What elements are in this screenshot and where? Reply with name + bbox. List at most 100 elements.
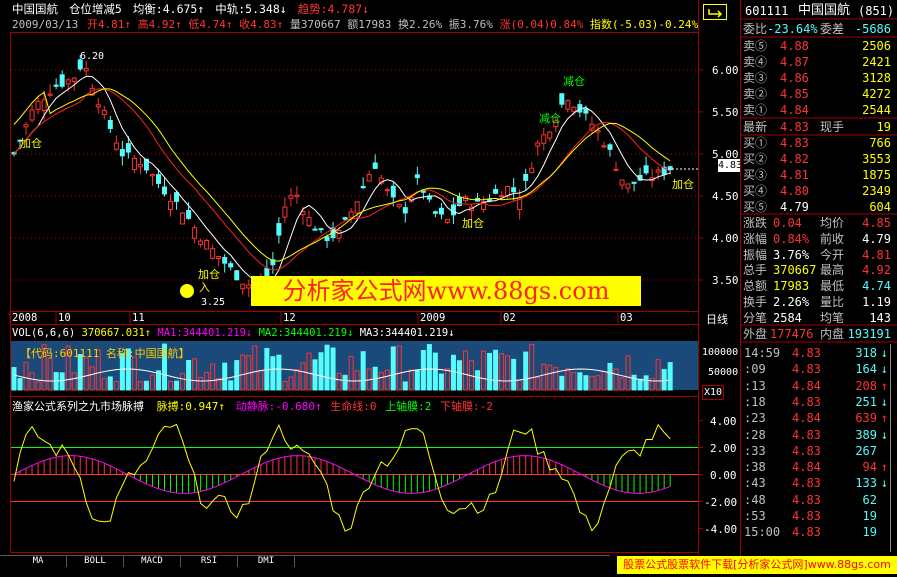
tick-time: 14:59	[744, 346, 781, 360]
outer-label: 外盘	[743, 327, 768, 341]
buy-price: 4.79	[780, 200, 809, 214]
stat-value: 4.85	[862, 216, 891, 230]
stat-label: 量比	[820, 295, 845, 309]
vol-ma2: MA2:344401.219↓	[258, 327, 354, 339]
tab-boll[interactable]: BOLL	[67, 556, 124, 567]
candle-body	[71, 77, 77, 83]
candle-body	[511, 187, 517, 193]
stat-label: 最低	[820, 279, 845, 294]
stat-value: 143	[869, 310, 891, 325]
volume-bar	[420, 350, 426, 391]
stat-label: 振幅	[743, 247, 768, 262]
candle-body	[282, 206, 288, 218]
bar-change: 涨(0.04)0.84%	[499, 18, 584, 31]
return-icon[interactable]	[703, 4, 727, 20]
candle-body	[348, 211, 354, 219]
candle-body	[198, 240, 204, 245]
candle-body	[432, 211, 438, 214]
main-y-tick-0: 6.00	[712, 63, 739, 77]
volume-bar	[523, 351, 529, 391]
watermark-banner: 分析家公式网www.88gs.com	[251, 276, 641, 306]
tick-row: :43 4.83 133 ↓	[740, 475, 897, 491]
vol-tick-50000: 50000	[708, 367, 739, 378]
candle-body	[324, 236, 330, 242]
tick-volume: 19	[862, 525, 877, 540]
candle-body	[529, 167, 535, 174]
date-label-6: 03	[620, 312, 633, 324]
main-header-line1: 中国国航 仓位增减5 均衡:4.675↑ 中轨:5.348↓ 趋势:4.787↓	[12, 3, 369, 16]
candle-body	[288, 195, 294, 199]
volume-bar	[186, 360, 192, 391]
tick-volume: 318	[855, 346, 877, 360]
tick-price: 4.83	[792, 362, 821, 377]
osc-header: 渔家公式系列之九市场脉搏 脉搏:0.947↑ 动静脉:-0.680↑ 生命线:0…	[12, 400, 493, 413]
tick-row: :28 4.83 389 ↓	[740, 427, 897, 443]
candle-body	[523, 173, 529, 181]
main-panel-border	[10, 32, 699, 312]
sell-price: 4.87	[780, 55, 809, 69]
candle-body	[444, 219, 450, 223]
candle-body	[625, 183, 631, 189]
stat-value: 1.19	[862, 295, 891, 309]
jiancang-label-1: 减仓	[563, 75, 585, 88]
stat-value: 17983	[773, 279, 810, 294]
buy-row: 买② 4.82 3553	[740, 151, 897, 167]
osc-y-tick-0: 4.00	[710, 414, 737, 428]
trend-line	[13, 88, 671, 271]
candle-body	[59, 74, 65, 87]
candle-body	[180, 212, 186, 225]
tab-dmi[interactable]: DMI	[238, 556, 295, 567]
tab-ma[interactable]: MA	[10, 556, 67, 567]
candle-body	[222, 257, 228, 264]
candle-body	[125, 143, 131, 153]
candle-body	[565, 100, 571, 110]
tick-row: 14:59 4.83 318 ↓	[740, 345, 897, 361]
candle-body	[643, 165, 649, 174]
volume-bar	[143, 380, 149, 391]
tick-time: :53	[744, 509, 766, 523]
volume-bar	[432, 352, 438, 391]
tick-price: 4.83	[792, 394, 821, 409]
tick-arrow: ↑	[880, 460, 888, 475]
tab-rsi[interactable]: RSI	[181, 556, 238, 567]
buy-label: 买④	[743, 184, 768, 198]
buy-label: 买⑤	[743, 200, 768, 214]
candle-body	[655, 169, 661, 173]
date-axis-border	[10, 311, 699, 325]
candle-body	[619, 179, 625, 186]
tab-macd[interactable]: MACD	[124, 556, 181, 567]
footer-banner[interactable]: 股票公式股票软件下载[分析家公式网]www.88gs.com	[617, 556, 897, 574]
tick-arrow: ↓	[880, 427, 888, 442]
tick-arrow: ↑	[880, 411, 888, 426]
stat-label: 总手	[743, 263, 768, 278]
candle-body	[583, 108, 589, 114]
inner-value: 193191	[847, 327, 891, 341]
quote-code: 601111	[745, 4, 789, 18]
tick-row: :53 4.83 19	[740, 508, 897, 524]
candle-body	[41, 99, 47, 111]
volume-bar	[402, 381, 408, 391]
candle-body	[426, 195, 432, 200]
tick-price: 4.84	[792, 378, 821, 393]
volume-bar	[456, 360, 462, 391]
tick-row: 15:00 4.83 19	[740, 524, 897, 540]
volume-bar	[475, 370, 481, 391]
buy-price: 4.83	[780, 136, 809, 150]
jiacang-label-4: 加仓	[672, 178, 694, 191]
volume-bar	[222, 362, 228, 391]
osc-upper: 上轴膜:2	[385, 400, 432, 413]
buy-volume: 3553	[862, 152, 891, 166]
candle-body	[216, 255, 222, 259]
oscillator	[13, 423, 671, 532]
candle-body	[204, 240, 210, 250]
sell-label: 卖⑤	[743, 39, 768, 53]
tick-row: :38 4.84 94 ↑	[740, 459, 897, 475]
sell-price: 4.84	[780, 103, 809, 117]
bar-close: 收4.83↑	[239, 18, 284, 31]
osc-title: 渔家公式系列之九市场脉搏	[12, 400, 144, 413]
stat-label: 换手	[743, 295, 768, 309]
candle-body	[613, 168, 619, 171]
avg-label: 均衡:4.675↑	[132, 2, 205, 16]
volume-bar	[438, 373, 444, 391]
sell-row: 卖⑤ 4.88 2506	[740, 38, 897, 54]
